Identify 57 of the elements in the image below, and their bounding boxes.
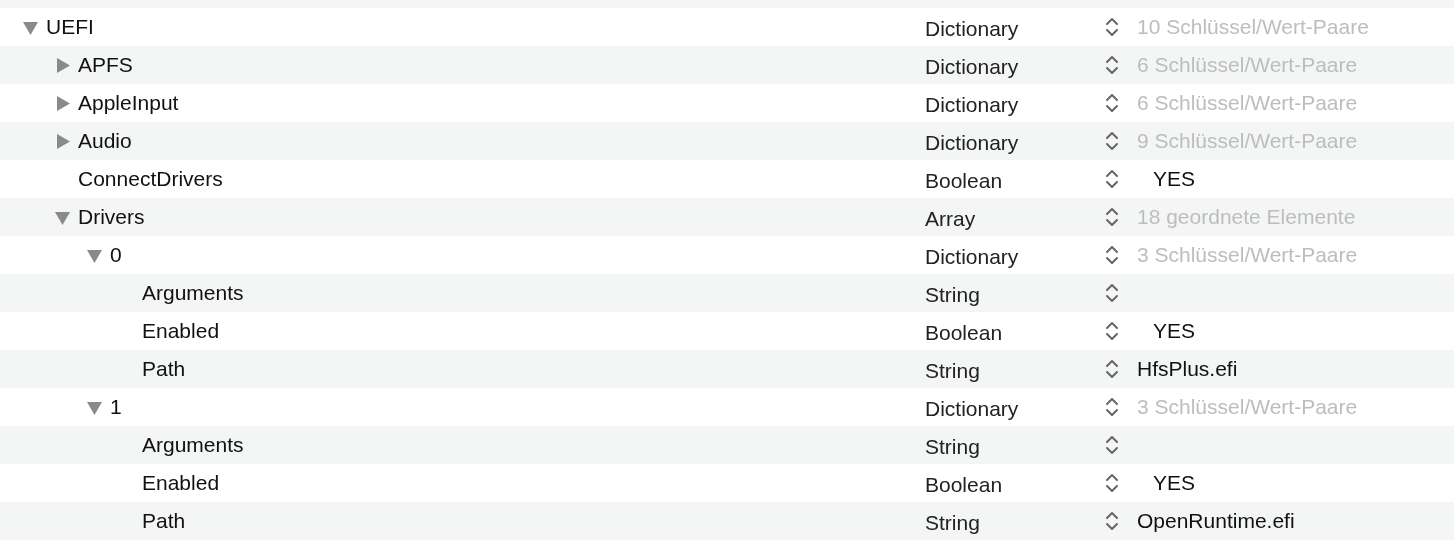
stepper-icon[interactable]	[1104, 16, 1120, 38]
disclosure-triangle-icon[interactable]	[54, 56, 71, 74]
stepper-icon[interactable]	[1104, 358, 1120, 380]
type-text: Boolean	[925, 320, 1004, 345]
type-text: Dictionary	[925, 16, 1020, 41]
stepper-icon[interactable]	[1104, 54, 1120, 76]
disclosure-triangle-icon[interactable]	[54, 132, 71, 150]
key-text: AppleInput	[78, 91, 179, 115]
value-text: 6 Schlüssel/Wert-Paare	[1137, 91, 1359, 115]
type-text: Boolean	[925, 168, 1004, 193]
type-text: String	[925, 434, 981, 459]
type-text: String	[925, 282, 981, 307]
key-text: Path	[142, 357, 186, 381]
type-text: Dictionary	[925, 54, 1020, 79]
type-text: Dictionary	[925, 244, 1020, 269]
type-text: String	[925, 510, 981, 535]
type-text: Boolean	[925, 472, 1004, 497]
value-text: OpenRuntime.efi	[1137, 509, 1296, 533]
type-text: Array	[925, 206, 977, 231]
key-text: UEFI	[46, 15, 94, 39]
stepper-icon[interactable]	[1104, 92, 1120, 114]
key-text: Enabled	[142, 471, 220, 495]
stepper-icon[interactable]	[1104, 510, 1120, 532]
key-text: Arguments	[142, 281, 244, 305]
type-text: String	[925, 358, 981, 383]
key-text: 0	[110, 243, 122, 267]
value-text: YES	[1152, 471, 1197, 495]
key-text: 1	[110, 395, 122, 419]
key-text: APFS	[78, 53, 133, 77]
disclosure-triangle-icon[interactable]	[54, 94, 71, 112]
value-text: 3 Schlüssel/Wert-Paare	[1137, 395, 1359, 419]
stepper-icon[interactable]	[1104, 434, 1120, 456]
stepper-icon[interactable]	[1104, 244, 1120, 266]
stepper-icon[interactable]	[1104, 206, 1120, 228]
stepper-icon[interactable]	[1104, 282, 1120, 304]
key-text: ConnectDrivers	[78, 167, 223, 191]
value-text: 18 geordnete Elemente	[1137, 205, 1357, 229]
value-text: YES	[1152, 167, 1197, 191]
type-text: Dictionary	[925, 130, 1020, 155]
stepper-icon[interactable]	[1104, 130, 1120, 152]
stepper-icon[interactable]	[1104, 396, 1120, 418]
stepper-icon[interactable]	[1104, 472, 1120, 494]
value-text: HfsPlus.efi	[1137, 357, 1239, 381]
value-text: 6 Schlüssel/Wert-Paare	[1137, 53, 1359, 77]
key-text: Arguments	[142, 433, 244, 457]
value-text: 9 Schlüssel/Wert-Paare	[1137, 129, 1359, 153]
stepper-icon[interactable]	[1104, 320, 1120, 342]
stepper-icon[interactable]	[1104, 168, 1120, 190]
key-text: Path	[142, 509, 186, 533]
value-text: 10 Schlüssel/Wert-Paare	[1137, 15, 1370, 39]
value-text: 3 Schlüssel/Wert-Paare	[1137, 243, 1359, 267]
type-text: Dictionary	[925, 92, 1020, 117]
value-text: YES	[1152, 319, 1197, 343]
key-text: Drivers	[78, 205, 145, 229]
type-text: Dictionary	[925, 396, 1020, 421]
key-text: Enabled	[142, 319, 220, 343]
key-text: Audio	[78, 129, 132, 153]
